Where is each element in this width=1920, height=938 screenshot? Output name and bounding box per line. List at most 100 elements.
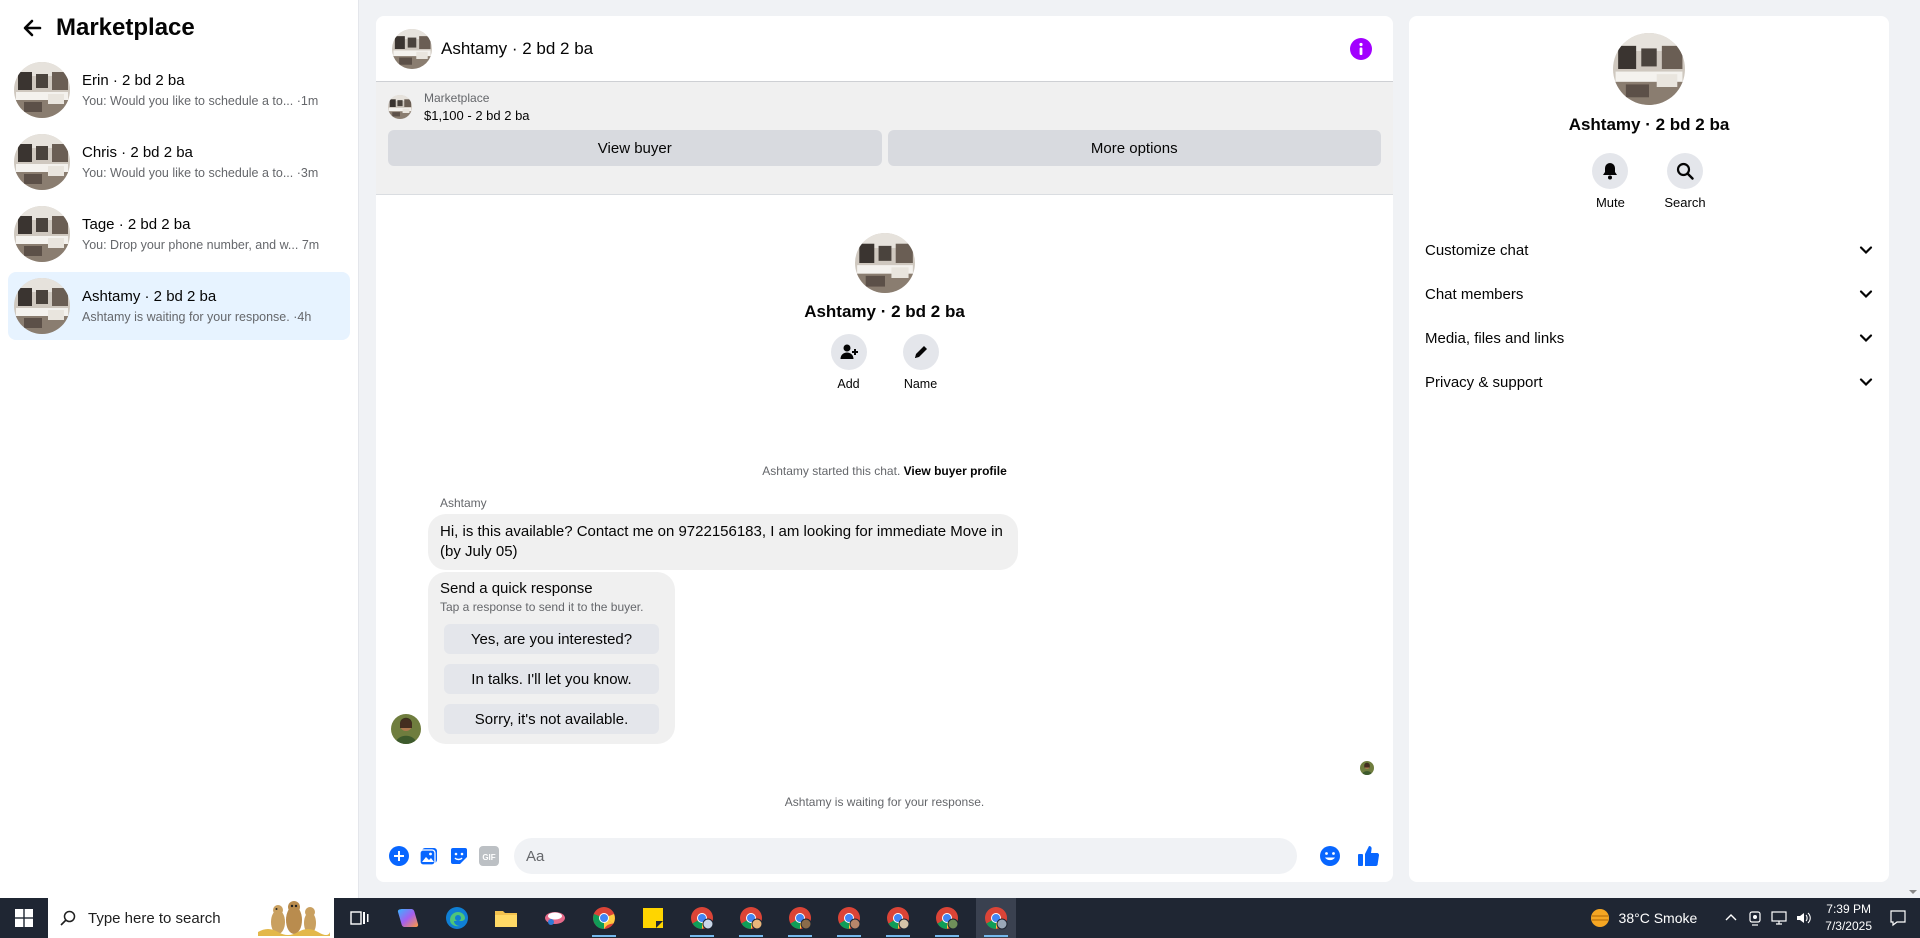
conversation-name: Ashtamy · 2 bd 2 ba: [82, 288, 217, 305]
search-highlight-meerkat-icon: [258, 900, 330, 936]
back-arrow-icon[interactable]: [20, 16, 44, 40]
message-composer: GIF: [376, 830, 1393, 882]
chat-members-section[interactable]: Chat members: [1409, 272, 1889, 316]
view-buyer-button[interactable]: View buyer: [388, 130, 882, 166]
chrome-icon[interactable]: [584, 898, 624, 938]
pencil-icon: [902, 334, 939, 370]
chevron-down-icon: [1859, 246, 1873, 255]
section-label: Chat members: [1425, 285, 1524, 303]
quick-response-option[interactable]: In talks. I'll let you know.: [444, 664, 659, 694]
chat-info-panel: Ashtamy · 2 bd 2 ba Mute Search Customiz…: [1409, 16, 1889, 882]
more-options-button[interactable]: More options: [887, 130, 1381, 166]
sticker-icon[interactable]: [448, 845, 470, 867]
listing-avatar: [14, 206, 70, 262]
task-view-icon[interactable]: [339, 898, 379, 938]
gif-icon[interactable]: GIF: [478, 845, 500, 867]
sidebar-title: Marketplace: [56, 14, 195, 41]
mute-label: Mute: [1595, 195, 1625, 210]
name-label: Name: [903, 377, 938, 391]
privacy-support-section[interactable]: Privacy & support: [1409, 360, 1889, 404]
quick-response-option[interactable]: Sorry, it's not available.: [444, 704, 659, 734]
add-label: Add: [837, 377, 860, 391]
conversation-preview: You: Would you like to schedule a to... …: [82, 94, 319, 108]
photo-icon[interactable]: [418, 845, 440, 867]
conversation-name: Chris · 2 bd 2 ba: [82, 144, 193, 161]
chevron-up-icon[interactable]: [1720, 907, 1742, 929]
conversation-item-active[interactable]: Ashtamy · 2 bd 2 ba Ashtamy is waiting f…: [8, 272, 350, 340]
volume-icon[interactable]: [1792, 907, 1814, 929]
info-icon[interactable]: [1350, 38, 1372, 60]
media-files-links-section[interactable]: Media, files and links: [1409, 316, 1889, 360]
sender-avatar[interactable]: [391, 714, 421, 744]
notification-center-icon[interactable]: [1886, 906, 1910, 930]
chrome-profile-icon[interactable]: [878, 898, 918, 938]
listing-avatar: [14, 62, 70, 118]
listing-label: Marketplace: [424, 91, 490, 105]
section-label: Privacy & support: [1425, 373, 1543, 391]
weather-sun-icon: [1590, 909, 1609, 927]
chat-avatar[interactable]: [392, 29, 432, 69]
search-in-chat-button[interactable]: Search: [1664, 153, 1706, 210]
chat-started-notice: Ashtamy started this chat. View buyer pr…: [376, 464, 1393, 478]
conversation-item[interactable]: Chris · 2 bd 2 ba You: Would you like to…: [8, 128, 350, 196]
intro-name: Ashtamy · 2 bd 2 ba: [804, 302, 965, 321]
sidebar-header: Marketplace: [0, 0, 358, 56]
file-explorer-icon[interactable]: [486, 898, 526, 938]
snipping-tool-icon[interactable]: [535, 898, 575, 938]
quick-response-card: Send a quick response Tap a response to …: [428, 572, 675, 744]
chat-panel: Ashtamy · 2 bd 2 ba Marketplace $1,100 -…: [376, 16, 1393, 882]
chat-intro: Ashtamy · 2 bd 2 ba Add Name: [376, 233, 1393, 391]
chat-title[interactable]: Ashtamy · 2 bd 2 ba: [441, 39, 593, 59]
edge-browser-icon[interactable]: [437, 898, 477, 938]
thumbs-up-icon[interactable]: [1355, 842, 1383, 870]
network-icon[interactable]: [1768, 907, 1790, 929]
emoji-icon[interactable]: [1319, 845, 1341, 867]
chat-header: Ashtamy · 2 bd 2 ba: [376, 16, 1393, 82]
listing-bar: Marketplace $1,100 - 2 bd 2 ba View buye…: [376, 82, 1393, 195]
mute-button[interactable]: Mute: [1592, 153, 1629, 210]
search-label: Search: [1664, 195, 1706, 210]
meet-now-icon[interactable]: [1744, 907, 1766, 929]
listing-thumbnail: [388, 95, 412, 119]
windows-taskbar: Type here to search 38°C Smoke 7:39 PM 7…: [0, 898, 1920, 938]
info-avatar: [1613, 33, 1685, 105]
chrome-profile-icon[interactable]: [927, 898, 967, 938]
conversation-preview: You: Would you like to schedule a to... …: [82, 166, 319, 180]
name-chat-button[interactable]: Name: [902, 334, 939, 391]
message-bubble[interactable]: Hi, is this available? Contact me on 972…: [428, 514, 1018, 570]
search-icon: [60, 910, 76, 926]
add-people-button[interactable]: Add: [830, 334, 867, 391]
message-input[interactable]: [514, 838, 1297, 874]
scroll-down-arrow-icon[interactable]: [1908, 884, 1918, 894]
conversation-name: Tage · 2 bd 2 ba: [82, 216, 191, 233]
conversation-item[interactable]: Erin · 2 bd 2 ba You: Would you like to …: [8, 56, 350, 124]
sticky-notes-icon[interactable]: [633, 898, 673, 938]
add-person-icon: [830, 334, 867, 370]
taskbar-clock[interactable]: 7:39 PM 7/3/2025: [1825, 901, 1872, 935]
bell-icon: [1592, 153, 1629, 189]
system-tray: 38°C Smoke 7:39 PM 7/3/2025: [1589, 898, 1920, 938]
chrome-profile-icon-active[interactable]: [976, 898, 1016, 938]
conversation-name: Erin · 2 bd 2 ba: [82, 72, 185, 89]
chrome-profile-icon[interactable]: [682, 898, 722, 938]
quick-response-option[interactable]: Yes, are you interested?: [444, 624, 659, 654]
plus-circle-icon[interactable]: [388, 845, 410, 867]
weather-widget[interactable]: 38°C Smoke: [1589, 907, 1697, 929]
taskbar-search-box[interactable]: Type here to search: [48, 898, 334, 938]
chrome-profile-icon[interactable]: [731, 898, 771, 938]
conversation-item[interactable]: Tage · 2 bd 2 ba You: Drop your phone nu…: [8, 200, 350, 268]
copilot-icon[interactable]: [388, 898, 428, 938]
chevron-down-icon: [1859, 334, 1873, 343]
search-icon: [1666, 153, 1703, 189]
chrome-profile-icon[interactable]: [829, 898, 869, 938]
chrome-profile-icon[interactable]: [780, 898, 820, 938]
section-label: Media, files and links: [1425, 329, 1565, 347]
quick-response-title: Send a quick response: [440, 580, 593, 597]
view-buyer-profile-link[interactable]: View buyer profile: [904, 464, 1007, 478]
svg-text:GIF: GIF: [482, 853, 495, 862]
windows-start-icon[interactable]: [0, 898, 48, 938]
clock-time: 7:39 PM: [1826, 902, 1871, 916]
taskbar-search-placeholder: Type here to search: [88, 909, 221, 927]
customize-chat-section[interactable]: Customize chat: [1409, 228, 1889, 272]
section-label: Customize chat: [1425, 241, 1529, 259]
